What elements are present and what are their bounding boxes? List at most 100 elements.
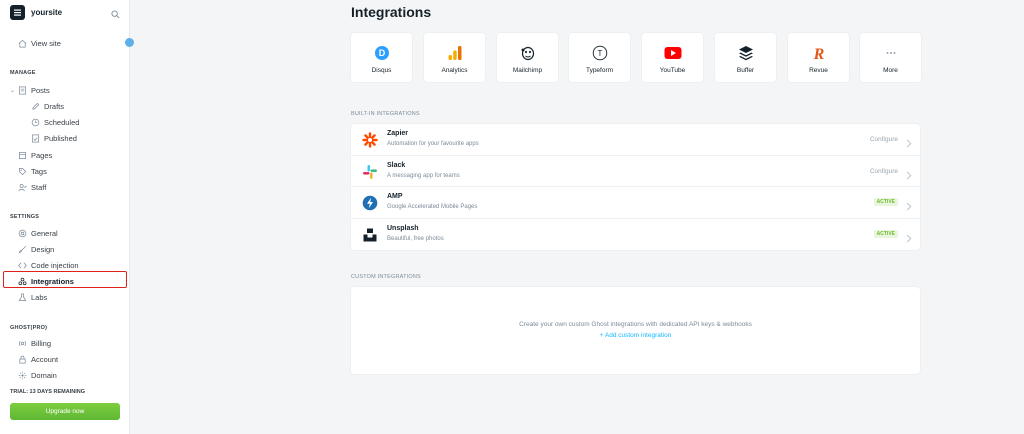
- integration-description: A messaging app for teams: [387, 172, 460, 179]
- integration-row-slack[interactable]: Slack A messaging app for teams Configur…: [351, 156, 920, 187]
- site-name: yoursite: [31, 8, 63, 17]
- lock-icon: [18, 355, 27, 364]
- page-title: Integrations: [351, 4, 432, 20]
- upgrade-button[interactable]: Upgrade now: [10, 403, 120, 420]
- revue-icon: R: [810, 44, 828, 62]
- integration-tile-more[interactable]: More: [860, 33, 921, 82]
- view-site-indicator: [125, 38, 134, 47]
- pages-icon: [18, 151, 27, 160]
- amp-icon: [361, 194, 379, 212]
- integration-name: Zapier: [387, 130, 409, 137]
- integration-row-amp[interactable]: AMP Google Accelerated Mobile Pages ACTI…: [351, 187, 920, 219]
- configure-link[interactable]: Configure: [870, 136, 898, 143]
- sidebar-item-labs[interactable]: Labs: [18, 291, 47, 303]
- tile-label: Revue: [809, 67, 828, 74]
- tile-label: Buffer: [736, 67, 755, 74]
- brand[interactable]: yoursite: [10, 5, 62, 20]
- section-ghost-pro: GHOST(PRO): [10, 325, 48, 331]
- tile-label: More: [883, 67, 898, 74]
- slack-icon: [361, 163, 379, 181]
- custom-integrations-panel: Create your own custom Ghost integration…: [351, 287, 920, 374]
- configure-link[interactable]: Configure: [870, 168, 898, 175]
- search-icon[interactable]: [111, 6, 120, 24]
- add-custom-integration-link[interactable]: + Add custom integration: [351, 332, 920, 339]
- sidebar-item-billing[interactable]: Billing: [18, 337, 51, 349]
- brush-icon: [18, 245, 27, 254]
- site-logo-icon: [10, 5, 25, 20]
- chevron-right-icon: [906, 198, 912, 216]
- section-manage: MANAGE: [10, 70, 36, 76]
- sidebar: yoursite View site MANAGE ⌄ Posts Drafts…: [0, 0, 134, 434]
- integration-row-zapier[interactable]: Zapier Automation for your favourite app…: [351, 124, 920, 156]
- billing-icon: [18, 339, 27, 348]
- more-icon: [882, 44, 900, 62]
- sidebar-item-label: Design: [31, 244, 55, 254]
- tile-label: Analytics: [441, 67, 468, 74]
- disqus-icon: D: [373, 44, 391, 62]
- sidebar-item-scheduled[interactable]: Scheduled: [31, 116, 79, 128]
- sidebar-item-account[interactable]: Account: [18, 353, 58, 365]
- published-icon: [31, 134, 40, 143]
- youtube-icon: [664, 44, 682, 62]
- chevron-down-icon[interactable]: ⌄: [10, 87, 15, 94]
- svg-text:T: T: [597, 49, 602, 58]
- sidebar-item-staff[interactable]: Staff: [18, 181, 46, 193]
- domain-icon: [18, 371, 27, 380]
- sidebar-item-published[interactable]: Published: [31, 132, 77, 144]
- svg-text:R: R: [812, 46, 824, 61]
- integration-name: Unsplash: [387, 224, 419, 232]
- sidebar-item-domain[interactable]: Domain: [18, 369, 57, 381]
- integration-tile-buffer[interactable]: Buffer: [715, 33, 776, 82]
- sidebar-item-label: Tags: [31, 166, 47, 176]
- mailchimp-icon: [519, 44, 537, 62]
- sidebar-item-label: Labs: [31, 292, 48, 302]
- analytics-icon: [446, 44, 464, 62]
- sidebar-item-label: Code injection: [31, 260, 79, 270]
- tag-icon: [18, 167, 27, 176]
- sidebar-item-code-injection[interactable]: Code injection: [18, 259, 79, 271]
- integration-tile-revue[interactable]: R Revue: [788, 33, 849, 82]
- integration-row-unsplash[interactable]: Unsplash Beautiful, free photos ACTIVE: [351, 219, 920, 251]
- posts-icon: [18, 86, 27, 95]
- sidebar-item-label: Scheduled: [44, 117, 80, 127]
- clock-icon: [31, 118, 40, 127]
- integration-tile-typeform[interactable]: T Typeform: [569, 33, 630, 82]
- integration-tile-disqus[interactable]: D Disqus: [351, 33, 412, 82]
- integration-name: Slack: [387, 161, 406, 169]
- pencil-icon: [31, 102, 40, 111]
- flask-icon: [18, 293, 27, 302]
- chevron-right-icon: [906, 135, 912, 153]
- integration-name: AMP: [387, 193, 403, 200]
- sidebar-item-label: Posts: [31, 85, 50, 95]
- sidebar-item-pages[interactable]: Pages: [18, 149, 52, 161]
- integration-tile-youtube[interactable]: YouTube: [642, 33, 703, 82]
- sidebar-item-label: View site: [31, 38, 61, 48]
- sidebar-item-label: Account: [31, 354, 59, 364]
- sidebar-item-design[interactable]: Design: [18, 243, 54, 255]
- integration-tile-analytics[interactable]: Analytics: [424, 33, 485, 82]
- custom-integrations-message: Create your own custom Ghost integration…: [519, 321, 752, 328]
- builtin-integrations-heading: BUILT-IN INTEGRATIONS: [351, 111, 420, 117]
- sidebar-item-label: Drafts: [44, 101, 65, 111]
- integration-tile-mailchimp[interactable]: Mailchimp: [497, 33, 558, 82]
- chevron-right-icon: [906, 230, 912, 248]
- sidebar-item-label: Billing: [31, 338, 52, 348]
- code-icon: [18, 261, 27, 270]
- sidebar-item-drafts[interactable]: Drafts: [31, 100, 64, 112]
- tile-label: Mailchimp: [512, 67, 543, 74]
- chevron-right-icon: [906, 167, 912, 185]
- home-icon: [18, 39, 27, 48]
- sidebar-item-general[interactable]: General: [18, 227, 58, 239]
- sidebar-item-label: Pages: [31, 150, 53, 160]
- sidebar-item-view-site[interactable]: View site: [18, 37, 61, 49]
- custom-integrations-heading: CUSTOM INTEGRATIONS: [351, 274, 421, 280]
- tile-label: Typeform: [585, 67, 614, 74]
- tile-label: YouTube: [659, 67, 686, 74]
- sidebar-item-posts[interactable]: Posts: [18, 84, 50, 96]
- section-settings: SETTINGS: [10, 214, 40, 220]
- integration-description: Automation for your favourite apps: [387, 141, 479, 147]
- typeform-icon: T: [591, 44, 609, 62]
- zapier-icon: [361, 131, 379, 149]
- sidebar-item-tags[interactable]: Tags: [18, 165, 47, 177]
- integration-description: Google Accelerated Mobile Pages: [387, 204, 478, 210]
